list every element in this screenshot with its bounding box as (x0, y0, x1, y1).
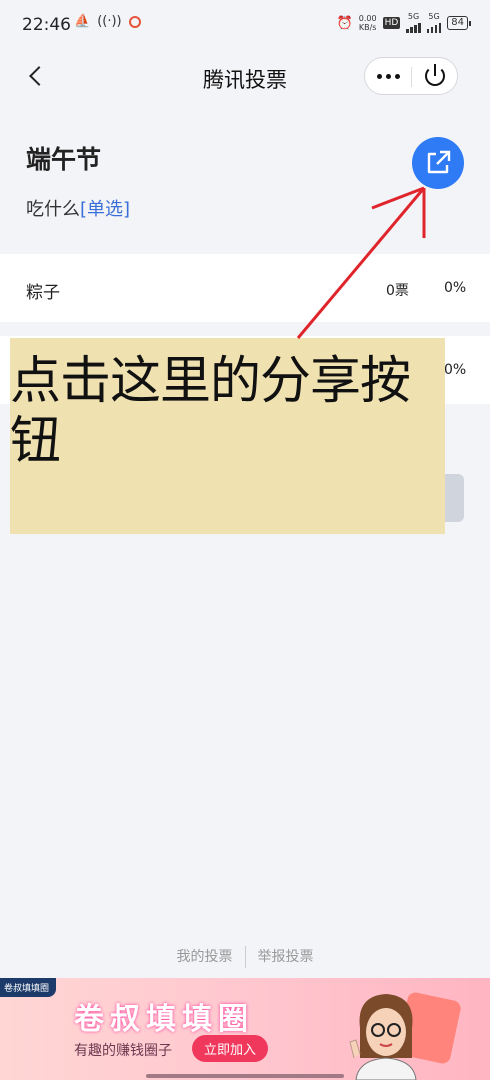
ad-tag: 卷叔填填圈 (0, 978, 57, 997)
ad-join-button[interactable]: 立即加入 (192, 1035, 269, 1062)
cartoon-avatar-icon (349, 994, 417, 1080)
home-indicator (146, 1074, 344, 1078)
footer-divider (244, 946, 246, 968)
ad-banner[interactable]: 卷叔填填圈 卷叔填填圈 有趣的赚钱圈子 立即加入 (0, 978, 490, 1080)
report-link[interactable]: 举报投票 (258, 949, 314, 965)
annotation-arrow-icon (296, 186, 426, 339)
my-votes-link[interactable]: 我的投票 (177, 949, 233, 965)
ad-title: 卷叔填填圈 (74, 1002, 254, 1037)
ad-subtitle: 有趣的赚钱圈子 (74, 1043, 172, 1059)
footer-links: 我的投票 举报投票 (0, 946, 490, 968)
